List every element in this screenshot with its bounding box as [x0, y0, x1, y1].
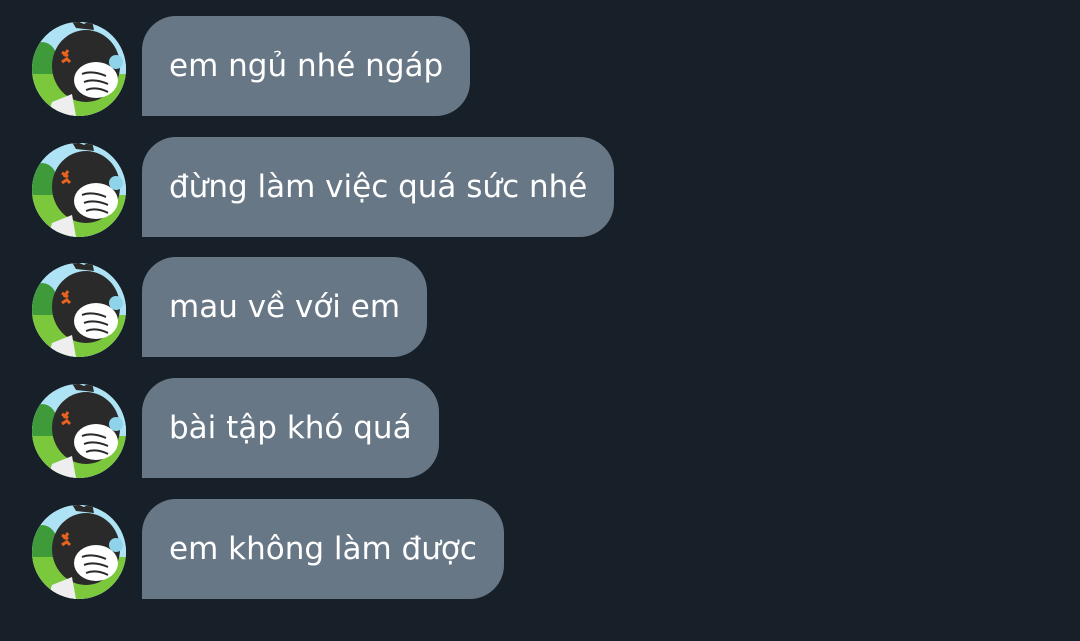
message-bubble[interactable]: em không làm được [142, 499, 504, 599]
message-row: em không làm được [0, 499, 1080, 599]
angry-character-avatar-icon [32, 384, 126, 478]
message-row: em ngủ nhé ngáp [0, 16, 1080, 116]
message-row: đừng làm việc quá sức nhé [0, 137, 1080, 237]
avatar[interactable] [32, 143, 126, 237]
angry-character-avatar-icon [32, 143, 126, 237]
message-row: mau về với em [0, 257, 1080, 357]
message-bubble[interactable]: bài tập khó quá [142, 378, 439, 478]
message-row: bài tập khó quá [0, 378, 1080, 478]
avatar[interactable] [32, 22, 126, 116]
message-bubble[interactable]: mau về với em [142, 257, 428, 357]
avatar[interactable] [32, 384, 126, 478]
message-bubble[interactable]: đừng làm việc quá sức nhé [142, 137, 615, 237]
angry-character-avatar-icon [32, 263, 126, 357]
avatar[interactable] [32, 263, 126, 357]
angry-character-avatar-icon [32, 22, 126, 116]
angry-character-avatar-icon [32, 505, 126, 599]
message-bubble[interactable]: em ngủ nhé ngáp [142, 16, 471, 116]
chat-thread: em ngủ nhé ngáp đừng làm việc quá sức nh… [0, 0, 1080, 641]
avatar[interactable] [32, 505, 126, 599]
